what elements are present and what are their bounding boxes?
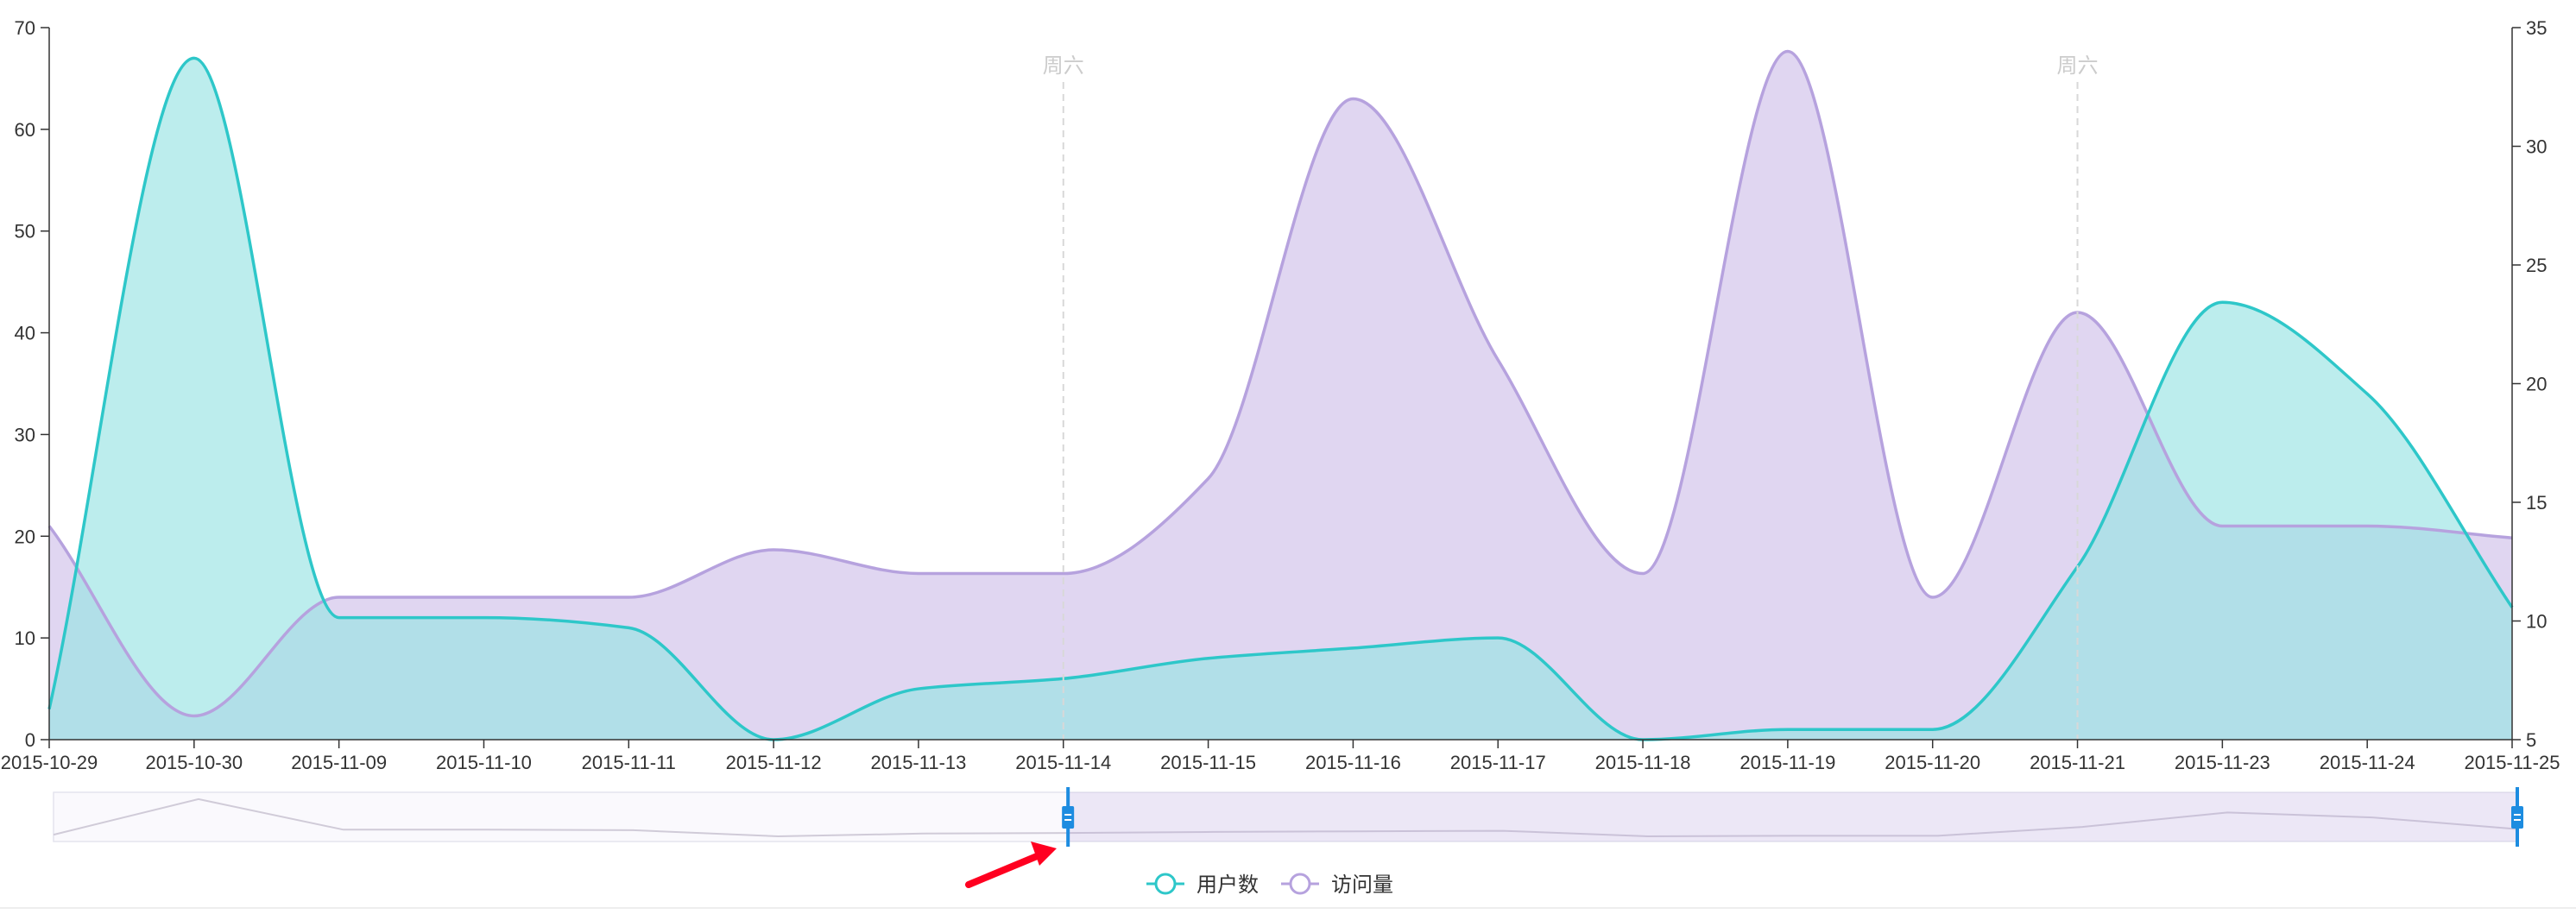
mark-line-label: 周六	[1043, 54, 1084, 78]
y-left-tick-label: 30	[15, 424, 35, 445]
annotation-arrow	[965, 842, 1057, 888]
legend-label: 访问量	[1331, 873, 1393, 897]
legend-marker-icon	[1289, 873, 1311, 895]
series-areas	[49, 51, 2512, 741]
handle-grip[interactable]	[1062, 806, 1075, 829]
mark-line-label: 周六	[2057, 54, 2099, 78]
x-tick-label: 2015-11-16	[1305, 752, 1401, 773]
x-tick-label: 2015-11-19	[1739, 752, 1835, 773]
y-left-tick-label: 50	[15, 221, 35, 243]
handle-grip[interactable]	[2511, 806, 2523, 829]
chart-container: 周六 周六 0 10 20 30 40 50 60 70 5 10 15 20 25 30 35 2015-10…	[0, 0, 2576, 910]
y-right-tick-label: 10	[2526, 611, 2547, 633]
x-tick-label: 2015-11-10	[436, 752, 532, 773]
x-tick-label: 2015-11-18	[1595, 752, 1691, 773]
x-tick-label: 2015-11-15	[1160, 752, 1256, 773]
x-tick-label: 2015-11-24	[2320, 752, 2415, 773]
x-tick-label: 2015-11-09	[291, 752, 387, 773]
x-tick-label: 2015-11-14	[1015, 752, 1111, 773]
chart-svg: 周六 周六 0 10 20 30 40 50 60 70 5 10 15 20 25 30 35 2015-10…	[0, 17, 2576, 909]
y-left-tick-label: 10	[15, 627, 35, 649]
x-tick-label: 2015-11-20	[1885, 752, 1980, 773]
y-right-tick-label: 20	[2526, 374, 2547, 395]
y-left-tick-label: 40	[15, 323, 35, 344]
y-right-tick-label: 35	[2526, 17, 2547, 39]
legend-label: 用户数	[1196, 873, 1259, 897]
x-tick-label: 2015-10-29	[1, 752, 98, 773]
data-zoom-selection[interactable]	[1068, 792, 2517, 842]
x-tick-label: 2015-11-12	[726, 752, 822, 773]
y-left-tick-label: 20	[15, 526, 35, 547]
y-right-tick-label: 25	[2526, 255, 2547, 276]
y-right-tick-label: 15	[2526, 492, 2547, 514]
data-zoom[interactable]	[53, 787, 2523, 847]
y-left-tick-label: 70	[15, 17, 35, 39]
x-tick-label: 2015-11-21	[2030, 752, 2125, 773]
legend[interactable]: 用户数 访问量	[1146, 873, 1393, 897]
x-tick-label: 2015-11-13	[870, 752, 966, 773]
x-tick-label: 2015-10-30	[146, 752, 243, 773]
y-right-tick-label: 5	[2526, 729, 2536, 751]
x-tick-label: 2015-11-11	[582, 752, 676, 773]
legend-item-visits[interactable]: 访问量	[1281, 873, 1393, 897]
x-tick-label: 2015-11-23	[2175, 752, 2270, 773]
x-tick-label: 2015-11-25	[2465, 752, 2560, 773]
y-left-tick-label: 0	[25, 729, 35, 751]
y-right-tick-label: 30	[2526, 136, 2547, 158]
x-tick-label: 2015-11-17	[1450, 752, 1546, 773]
arrow-shaft	[965, 851, 1045, 888]
legend-item-users[interactable]: 用户数	[1146, 873, 1259, 897]
y-left-tick-label: 60	[15, 119, 35, 141]
legend-marker-icon	[1154, 873, 1177, 895]
